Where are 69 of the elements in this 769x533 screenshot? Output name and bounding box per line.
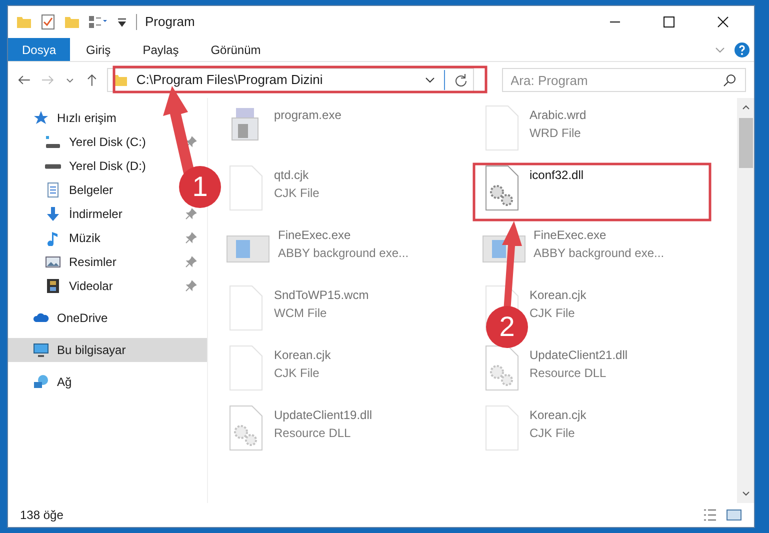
file-type: ABBY background exe... [534,245,664,262]
search-field[interactable]: Ara: Program [502,68,746,92]
nav-label: OneDrive [57,310,108,327]
ribbon-tab[interactable]: Paylaş [126,38,195,61]
down-arrow-icon [45,206,61,222]
nav-label: İndirmeler [69,206,124,223]
new-folder-icon [64,14,80,30]
item-count: 138 öğe [20,507,64,524]
file-type: CJK File [530,305,576,322]
search-icon [722,72,738,88]
file-name[interactable]: Korean.cjk [530,406,586,424]
file-type: ABBY background exe... [278,245,409,262]
monitor-icon [33,342,49,358]
address-bar[interactable]: C:\Program Files\Program Dizini [107,68,474,92]
nav-item[interactable]: Bu bilgisayar [8,338,207,362]
nav-label: Müzik [69,230,102,247]
file-type: CJK File [274,365,320,382]
ribbon-tab[interactable]: Görünüm [194,38,277,61]
file-type: CJK File [274,185,320,202]
nav-item[interactable]: Hızlı erişim [8,106,207,130]
file-name[interactable]: iconf32.dll [530,166,584,184]
nav-label: Yerel Disk (D:) [69,158,147,175]
file-name[interactable]: FineExec.exe [278,226,409,244]
file-name[interactable]: UpdateClient21.dll [530,346,628,364]
close-icon [717,16,729,28]
star-icon [33,110,49,126]
nav-item[interactable]: OneDrive [8,306,207,330]
file-name[interactable]: UpdateClient19.dll [274,406,372,424]
drive-icon [45,164,61,168]
nav-label: Hızlı erişim [57,110,116,127]
details-view-icon[interactable] [702,507,718,523]
picture-icon [45,254,61,270]
file-type: Resource DLL [530,365,608,382]
nav-label: Resimler [69,254,118,271]
file-type: WCM File [274,305,328,322]
nav-label: Videolar [69,278,114,295]
window-title: Program [145,13,195,32]
scrollbar-thumb[interactable] [738,118,752,168]
thumbnail-view-icon[interactable] [726,507,742,523]
address-path: C:\Program Files\Program Dizini [136,71,323,90]
nav-label: Ağ [57,374,72,391]
drive-icon [45,136,61,148]
file-type: Resource DLL [274,425,352,442]
folder-icon [16,14,32,30]
file-type: CJK File [530,425,576,442]
file-name[interactable]: qtd.cjk [274,166,320,184]
nav-label: Bu bilgisayar [57,342,126,359]
scrollbar[interactable] [737,98,754,503]
file-type: WRD File [530,125,582,142]
file-name[interactable]: Arabic.wrd [530,106,586,124]
view-icon [88,14,108,30]
help-icon [734,42,750,58]
file-name[interactable]: program.exe [274,106,342,124]
film-icon [45,278,61,294]
maximize-icon [663,16,675,28]
ribbon-tab[interactable]: Dosya [8,38,70,61]
nav-label: Yerel Disk (C:) [69,134,147,151]
file-name[interactable]: FineExec.exe [534,226,664,244]
file-name[interactable]: Korean.cjk [530,286,586,304]
nav-item[interactable]: Ağ [8,370,207,394]
refresh-icon[interactable] [452,72,469,88]
ribbon-tab[interactable]: Giriş [70,38,127,61]
file-name[interactable]: Korean.cjk [274,346,331,364]
network-icon [33,374,49,390]
nav-label: Belgeler [69,182,114,199]
document-icon [45,182,61,198]
file-name[interactable]: SndToWP15.wcm [274,286,369,304]
properties-icon [40,14,56,30]
dropdown-icon [116,16,128,28]
